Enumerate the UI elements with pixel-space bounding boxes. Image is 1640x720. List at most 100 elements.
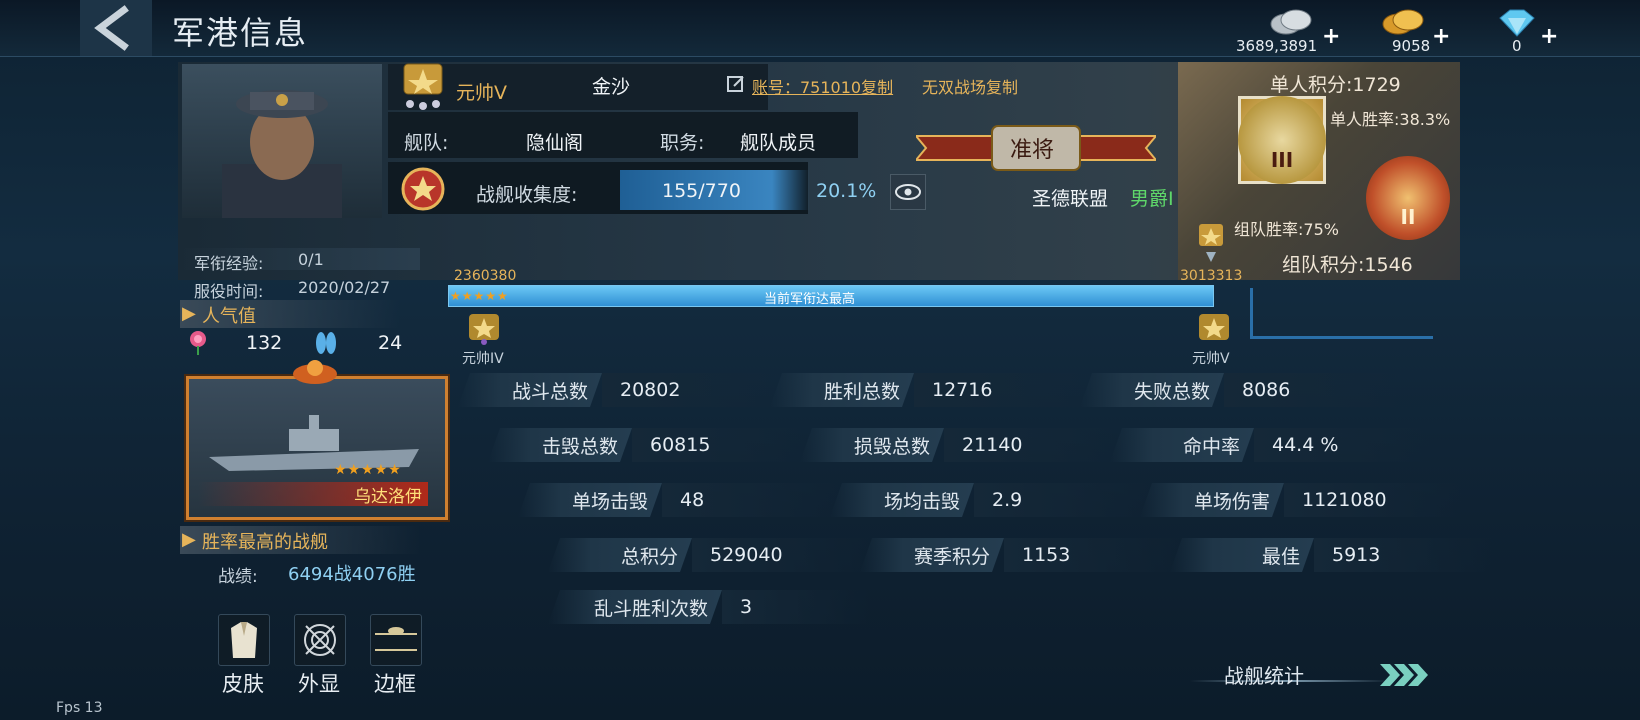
appearance-button[interactable] (294, 614, 346, 666)
stat-key: 单场伤害 (1140, 483, 1284, 517)
back-button[interactable] (80, 0, 152, 56)
left-rank-label: 元帅IV (462, 351, 504, 367)
frame-button[interactable] (370, 614, 422, 666)
badge-rank-label: 准将 (1010, 138, 1055, 163)
stat-key: 命中率 (1110, 428, 1254, 462)
team-winrate: 组队胜率:75% (1234, 220, 1339, 239)
edit-icon[interactable] (726, 74, 746, 98)
popularity-title: 人气值 (202, 306, 256, 327)
stat-key: 最佳 (1170, 538, 1314, 572)
stat-key: 损毁总数 (800, 428, 944, 462)
solo-medal-icon: III (1238, 96, 1326, 184)
record-value: 6494战4076胜 (288, 564, 416, 585)
progress-right-value: 3013313 (1180, 268, 1243, 284)
stat-key: 总积分 (548, 538, 692, 572)
add-diamond-button[interactable]: + (1540, 24, 1558, 49)
chevron-left-icon (94, 5, 129, 51)
stat-value: 20802 (602, 373, 780, 407)
stat-value: 1153 (1004, 538, 1182, 572)
stat-total-kills: 击毁总数 60815 (488, 428, 810, 462)
ship-card-ornament-icon (290, 356, 340, 390)
rank-exp-label: 军衔经验: (194, 254, 264, 273)
record-label: 战绩: (218, 567, 258, 587)
play-arrow-icon: ▶ (182, 303, 196, 324)
stat-key: 乱斗胜利次数 (548, 590, 722, 624)
stat-total-wins: 胜利总数 12716 (770, 373, 1092, 407)
stat-value: 12716 (914, 373, 1092, 407)
add-gold-button[interactable]: + (1432, 24, 1450, 49)
avatar[interactable] (182, 64, 382, 218)
frame-label: 边框 (374, 672, 416, 696)
fleet-value[interactable]: 隐仙阁 (526, 128, 583, 155)
best-ship-title: 胜率最高的战舰 (202, 532, 328, 553)
stat-value: 2.9 (974, 483, 1152, 517)
ship-stats-link[interactable]: 战舰统计 (1224, 660, 1304, 689)
play-arrow-icon: ▶ (182, 529, 196, 550)
stat-value: 60815 (632, 428, 810, 462)
skin-label: 皮肤 (222, 672, 264, 696)
stat-total-score: 总积分 529040 (548, 538, 870, 572)
progress-stars: ★★★★★ (450, 289, 509, 303)
progress-text: 当前军衔达最高 (764, 292, 856, 307)
player-name: 金沙 (592, 76, 631, 98)
stat-value: 529040 (692, 538, 870, 572)
diamond-value: 0 (1512, 37, 1522, 55)
silver-value: 3689,3891 (1236, 37, 1318, 55)
stat-value: 21140 (944, 428, 1122, 462)
team-score: 组队积分:1546 (1282, 254, 1413, 276)
collection-percent: 20.1% (816, 180, 877, 202)
collection-label: 战舰收集度: (476, 184, 578, 206)
service-value: 2020/02/27 (298, 278, 391, 297)
view-collection-button[interactable] (890, 174, 926, 210)
roses-count: 132 (246, 332, 283, 354)
alliance-name: 圣德联盟 (1032, 188, 1109, 210)
suit-icon (231, 622, 257, 658)
service-label: 服役时间: (194, 282, 264, 301)
noble-title: 男爵I (1130, 188, 1174, 210)
stat-brawl-wins: 乱斗胜利次数 3 (548, 590, 870, 624)
rose-icon[interactable] (186, 330, 210, 360)
stat-key: 单场击毁 (518, 483, 662, 517)
marshal-v-icon (1196, 312, 1232, 350)
stat-key: 赛季积分 (860, 538, 1004, 572)
stat-value: 3 (722, 590, 870, 624)
stat-hit-rate: 命中率 44.4 % (1110, 428, 1432, 462)
fleet-label: 舰队: (404, 132, 449, 154)
account-copy-link[interactable]: 账号：751010复制 (752, 74, 893, 98)
skin-button[interactable] (218, 614, 270, 666)
stat-best: 最佳 5913 (1170, 538, 1492, 572)
solo-winrate: 单人胜率:38.3% (1330, 110, 1451, 129)
ship-name: 乌达洛伊 (354, 487, 422, 507)
appearance-label: 外显 (298, 672, 340, 696)
ship-stats-arrows-icon[interactable] (1378, 662, 1432, 692)
stat-season-score: 赛季积分 1153 (860, 538, 1182, 572)
team-medal-icon: II (1366, 156, 1450, 240)
stat-value: 1121080 (1284, 483, 1462, 517)
current-rank-marker-icon (1196, 222, 1226, 268)
collection-medal-icon (398, 164, 448, 218)
rank-title: 元帅V (456, 82, 507, 104)
eye-icon (895, 184, 921, 200)
page-title: 军港信息 (172, 14, 309, 52)
progress-left-value: 2360380 (454, 268, 517, 284)
solo-score: 单人积分:1729 (1270, 74, 1401, 96)
wushuang-copy-link[interactable]: 无双战场复制 (922, 74, 1018, 98)
ship-stars: ★★★★★ (334, 462, 402, 478)
stat-key: 击毁总数 (488, 428, 632, 462)
solo-medal-tier: III (1270, 148, 1294, 172)
rank-exp-value: 0/1 (298, 250, 324, 269)
duty-value: 舰队成员 (740, 132, 817, 154)
add-silver-button[interactable]: + (1322, 24, 1340, 49)
stat-total-losses: 失败总数 8086 (1080, 373, 1402, 407)
marshal-rank-icon (398, 60, 448, 116)
stat-total-battles: 战斗总数 20802 (458, 373, 780, 407)
stat-value: 5913 (1314, 538, 1492, 572)
scope-icon (304, 624, 336, 656)
fps-counter: Fps 13 (56, 700, 103, 716)
stat-value: 48 (662, 483, 840, 517)
slippers-count: 24 (378, 332, 403, 354)
stat-key: 场均击毁 (830, 483, 974, 517)
frame-icon (375, 627, 417, 651)
gold-value: 9058 (1392, 37, 1431, 55)
stat-single-damage: 单场伤害 1121080 (1140, 483, 1462, 517)
